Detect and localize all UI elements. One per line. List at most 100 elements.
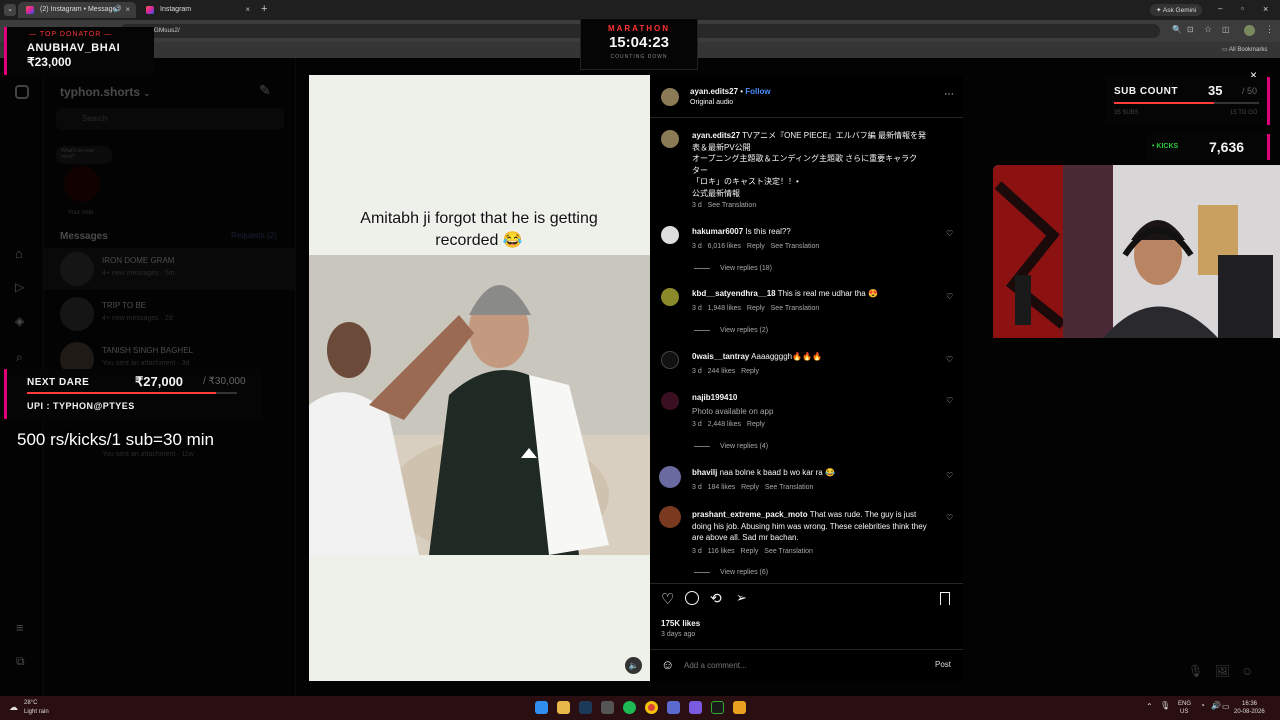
comment-username[interactable]: 0wais__tantray xyxy=(692,352,749,361)
like-comment-icon[interactable]: ♡ xyxy=(946,471,953,480)
like-comment-icon[interactable]: ♡ xyxy=(946,355,953,364)
see-translation-link[interactable]: See Translation xyxy=(708,202,757,209)
comment-likes[interactable]: 184 likes xyxy=(708,484,736,491)
microphone-icon[interactable]: 🎙 xyxy=(1160,701,1170,710)
ask-gemini-button[interactable]: ✦ Ask Gemini xyxy=(1150,4,1203,16)
maximize-button[interactable]: ▫ xyxy=(1241,4,1244,13)
view-replies-button[interactable]: View replies (6) xyxy=(694,569,768,576)
minimize-button[interactable]: – xyxy=(1218,4,1222,13)
see-translation-link[interactable]: See Translation xyxy=(764,548,813,555)
tray-region[interactable]: US xyxy=(1180,709,1188,715)
reply-button[interactable]: Reply xyxy=(747,421,765,428)
close-icon[interactable]: × xyxy=(245,5,250,14)
speaker-icon: 🔊 xyxy=(113,6,122,13)
follow-button[interactable]: Follow xyxy=(745,87,770,96)
reply-button[interactable]: Reply xyxy=(747,305,765,312)
emoji-icon[interactable]: ☺ xyxy=(661,657,674,672)
see-translation-link[interactable]: See Translation xyxy=(771,305,820,312)
clock-date[interactable]: 20-08-2026 xyxy=(1234,709,1265,715)
add-comment-input[interactable] xyxy=(684,659,924,671)
tab-search-button[interactable]: ⌄ xyxy=(4,4,16,16)
share-icon[interactable]: ➢ xyxy=(736,590,747,606)
app-icon[interactable] xyxy=(711,701,724,714)
like-comment-icon[interactable]: ♡ xyxy=(946,513,953,522)
file-explorer-icon[interactable] xyxy=(557,701,570,714)
all-bookmarks-button[interactable]: ▭ All Bookmarks xyxy=(1222,46,1267,53)
commenter-avatar[interactable] xyxy=(661,288,679,306)
reply-button[interactable]: Reply xyxy=(741,548,759,555)
view-replies-button[interactable]: View replies (2) xyxy=(694,327,768,334)
commenter-avatar[interactable] xyxy=(659,466,681,488)
commenter-avatar[interactable] xyxy=(661,351,679,369)
zoom-icon[interactable]: 🔍 xyxy=(1172,25,1182,34)
more-options-icon[interactable]: ⋯ xyxy=(944,89,954,100)
comment-likes[interactable]: 1,948 likes xyxy=(708,305,741,312)
comment-likes[interactable]: 2,448 likes xyxy=(708,421,741,428)
comment-username[interactable]: kbd__satyendhra__18 xyxy=(692,289,776,298)
comment-username[interactable]: bhavilj xyxy=(692,468,717,477)
tab-instagram[interactable]: Instagram × xyxy=(138,2,256,18)
close-window-button[interactable]: × xyxy=(1263,4,1268,14)
tab-instagram-messages[interactable]: (2) Instagram • Messages 🔊 × xyxy=(18,2,136,18)
view-replies-button[interactable]: View replies (4) xyxy=(694,443,768,450)
spotify-icon[interactable] xyxy=(623,701,636,714)
caption-author[interactable]: ayan.edits27 xyxy=(692,131,740,140)
comment-likes[interactable]: 244 likes xyxy=(708,368,736,375)
battery-icon[interactable]: ▭ xyxy=(1222,702,1230,711)
tray-chevron-icon[interactable]: ⌃ xyxy=(1146,702,1153,711)
install-icon[interactable]: ⊡ xyxy=(1187,25,1194,34)
steam-icon[interactable] xyxy=(579,701,592,714)
menu-icon[interactable]: ⋮ xyxy=(1265,24,1274,35)
app-icon[interactable] xyxy=(601,701,614,714)
comment-username[interactable]: hakumar6007 xyxy=(692,227,743,236)
close-icon[interactable]: × xyxy=(125,5,130,14)
reel-video[interactable]: Amitabh ji forgot that he is getting rec… xyxy=(309,75,650,681)
tray-lang[interactable]: ENG xyxy=(1178,701,1191,707)
comment-icon[interactable] xyxy=(685,591,699,605)
clock-time[interactable]: 16:36 xyxy=(1242,701,1257,707)
post-comment-button[interactable]: Post xyxy=(935,660,951,669)
like-comment-icon[interactable]: ♡ xyxy=(946,292,953,301)
discord-icon[interactable] xyxy=(689,701,702,714)
app-icon[interactable] xyxy=(733,701,746,714)
commenter-avatar[interactable] xyxy=(661,392,679,410)
comment-time: 3 d xyxy=(692,484,702,491)
chrome-icon[interactable] xyxy=(645,701,658,714)
windows-start-icon[interactable] xyxy=(535,701,548,714)
volume-icon[interactable]: 🔊 xyxy=(1211,701,1221,710)
comment-username[interactable]: najib199410 xyxy=(692,393,737,402)
see-translation-link[interactable]: See Translation xyxy=(771,243,820,250)
bookmark-star-icon[interactable]: ☆ xyxy=(1204,24,1212,35)
commenter-avatar[interactable] xyxy=(659,506,681,528)
likes-count[interactable]: 175K likes xyxy=(661,619,700,628)
view-replies-button[interactable]: View replies (18) xyxy=(694,265,772,272)
author-username[interactable]: ayan.edits27 xyxy=(690,87,738,96)
wifi-icon[interactable]: ◔ xyxy=(1200,701,1205,710)
like-comment-icon[interactable]: ♡ xyxy=(946,396,953,405)
next-dare-label: NEXT DARE xyxy=(27,377,90,388)
weather-icon[interactable]: ☁ xyxy=(9,702,18,713)
reply-button[interactable]: Reply xyxy=(741,368,759,375)
new-tab-button[interactable]: + xyxy=(261,3,267,15)
reply-button[interactable]: Reply xyxy=(747,243,765,250)
audio-label[interactable]: Original audio xyxy=(690,99,733,106)
rate-text: 500 rs/kicks/1 sub=30 min xyxy=(17,430,215,449)
comment-body: This is real me udhar tha 😍 xyxy=(777,289,878,298)
comment-likes[interactable]: 116 likes xyxy=(708,548,735,555)
webcam-feed xyxy=(993,165,1280,338)
repost-icon[interactable]: ⟲ xyxy=(710,590,722,607)
save-icon[interactable] xyxy=(940,592,950,605)
comment-likes[interactable]: 6,016 likes xyxy=(708,243,741,250)
extensions-icon[interactable]: ◫ xyxy=(1222,25,1230,34)
like-comment-icon[interactable]: ♡ xyxy=(946,229,953,238)
comment-username[interactable]: prashant_extreme_pack_moto xyxy=(692,510,808,519)
see-translation-link[interactable]: See Translation xyxy=(765,484,814,491)
reply-button[interactable]: Reply xyxy=(741,484,759,491)
app-icon[interactable] xyxy=(667,701,680,714)
mute-button[interactable]: 🔈 xyxy=(625,657,642,674)
author-avatar[interactable] xyxy=(661,88,679,106)
like-icon[interactable]: ♡ xyxy=(661,590,674,608)
comment-body: naa bolne k baad b wo kar ra 😂 xyxy=(719,468,835,477)
commenter-avatar[interactable] xyxy=(661,226,679,244)
profile-avatar[interactable] xyxy=(1244,25,1255,36)
